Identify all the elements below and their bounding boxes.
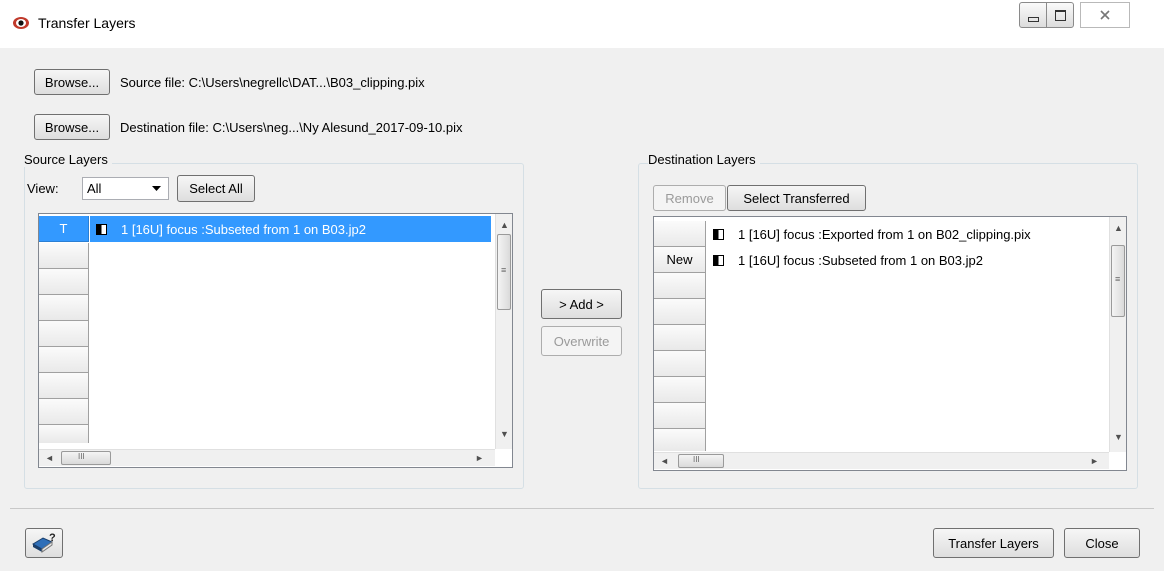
- scroll-thumb[interactable]: ≡: [1111, 245, 1125, 317]
- source-empty-row-header[interactable]: [39, 295, 89, 321]
- source-empty-row-header[interactable]: [39, 269, 89, 295]
- close-window-button[interactable]: [1080, 2, 1130, 28]
- grip-icon: III: [78, 452, 85, 461]
- close-icon: [1100, 10, 1110, 20]
- destination-empty-row-header[interactable]: [654, 403, 706, 429]
- source-vertical-scrollbar[interactable]: ▲ ≡ ▼: [495, 214, 512, 449]
- scroll-thumb[interactable]: III: [678, 454, 724, 468]
- add-button[interactable]: > Add >: [541, 289, 622, 319]
- title-bar: Transfer Layers: [0, 0, 1164, 48]
- transfer-layers-dialog: Transfer Layers Browse... Source file: C…: [0, 0, 1164, 571]
- view-value: All: [87, 181, 102, 196]
- view-dropdown[interactable]: All: [82, 177, 169, 200]
- help-book-icon: ?: [32, 532, 56, 553]
- source-layers-grid: T 1 [16U] focus :Subseted from 1 on B03.…: [38, 213, 513, 468]
- scroll-up-icon[interactable]: ▲: [1114, 223, 1123, 233]
- source-empty-row-header[interactable]: [39, 243, 89, 269]
- destination-browse-button[interactable]: Browse...: [34, 114, 110, 140]
- destination-layer-text: 1 [16U] focus :Subseted from 1 on B03.jp…: [738, 252, 983, 268]
- destination-empty-row-header[interactable]: [654, 351, 706, 377]
- source-layer-row[interactable]: 1 [16U] focus :Subseted from 1 on B03.jp…: [90, 216, 491, 242]
- overwrite-button[interactable]: Overwrite: [541, 326, 622, 356]
- source-layers-title: Source Layers: [24, 152, 112, 167]
- destination-layer-text: 1 [16U] focus :Exported from 1 on B02_cl…: [738, 226, 1031, 242]
- scroll-right-icon[interactable]: ►: [475, 453, 484, 463]
- source-horizontal-scrollbar[interactable]: ◄ III ►: [39, 449, 495, 466]
- scroll-right-icon[interactable]: ►: [1090, 456, 1099, 466]
- chevron-down-icon: [152, 186, 161, 191]
- maximize-icon: [1054, 9, 1066, 21]
- source-file-label: Source file: C:\Users\negrellc\DAT...\B0…: [120, 75, 425, 90]
- source-layer-text: 1 [16U] focus :Subseted from 1 on B03.jp…: [121, 221, 366, 237]
- source-empty-row-header[interactable]: [39, 321, 89, 347]
- select-transferred-button[interactable]: Select Transferred: [727, 185, 866, 211]
- destination-empty-row-header[interactable]: [654, 325, 706, 351]
- destination-empty-row-header[interactable]: [654, 273, 706, 299]
- destination-horizontal-scrollbar[interactable]: ◄ III ►: [654, 452, 1109, 469]
- destination-layer-row[interactable]: 1 [16U] focus :Exported from 1 on B02_cl…: [707, 221, 1106, 247]
- grip-icon: III: [693, 455, 700, 464]
- layer-type-icon: [96, 223, 107, 235]
- scroll-down-icon[interactable]: ▼: [500, 429, 509, 439]
- minimize-icon: [1027, 16, 1039, 22]
- scroll-up-icon[interactable]: ▲: [500, 220, 509, 230]
- scroll-left-icon[interactable]: ◄: [660, 456, 669, 466]
- destination-row-header[interactable]: New: [654, 247, 706, 273]
- source-empty-row-header[interactable]: [39, 399, 89, 425]
- destination-layers-title: Destination Layers: [648, 152, 760, 167]
- source-empty-row-header[interactable]: [39, 347, 89, 373]
- scroll-down-icon[interactable]: ▼: [1114, 432, 1123, 442]
- destination-empty-row-header[interactable]: [654, 377, 706, 403]
- source-row-header[interactable]: T: [39, 216, 89, 242]
- scroll-left-icon[interactable]: ◄: [45, 453, 54, 463]
- destination-file-label: Destination file: C:\Users\neg...\Ny Ale…: [120, 120, 463, 135]
- scroll-thumb[interactable]: ≡: [497, 234, 511, 310]
- grip-icon: ≡: [501, 265, 507, 275]
- maximize-button[interactable]: [1046, 2, 1074, 28]
- window-title: Transfer Layers: [38, 15, 136, 31]
- help-button[interactable]: ?: [25, 528, 63, 558]
- source-empty-row-header[interactable]: [39, 425, 89, 443]
- grip-icon: ≡: [1115, 274, 1121, 284]
- footer-divider: [10, 508, 1154, 509]
- svg-text:?: ?: [49, 532, 56, 544]
- layer-type-icon: [713, 228, 724, 240]
- scroll-thumb[interactable]: III: [61, 451, 111, 465]
- source-empty-row-header[interactable]: [39, 373, 89, 399]
- source-browse-button[interactable]: Browse...: [34, 69, 110, 95]
- app-eye-icon: [13, 17, 29, 29]
- layer-type-icon: [713, 254, 724, 266]
- destination-layer-row[interactable]: 1 [16U] focus :Subseted from 1 on B03.jp…: [707, 247, 1106, 273]
- select-all-button[interactable]: Select All: [177, 175, 255, 202]
- close-button[interactable]: Close: [1064, 528, 1140, 558]
- transfer-layers-button[interactable]: Transfer Layers: [933, 528, 1054, 558]
- destination-empty-row-header[interactable]: [654, 299, 706, 325]
- destination-row-header[interactable]: [654, 221, 706, 247]
- view-label: View:: [27, 181, 59, 196]
- minimize-button[interactable]: [1019, 2, 1047, 28]
- remove-button[interactable]: Remove: [653, 185, 726, 211]
- destination-layers-grid: 1 [16U] focus :Exported from 1 on B02_cl…: [653, 216, 1127, 471]
- destination-vertical-scrollbar[interactable]: ▲ ≡ ▼: [1109, 217, 1126, 452]
- destination-empty-row-header[interactable]: [654, 429, 706, 451]
